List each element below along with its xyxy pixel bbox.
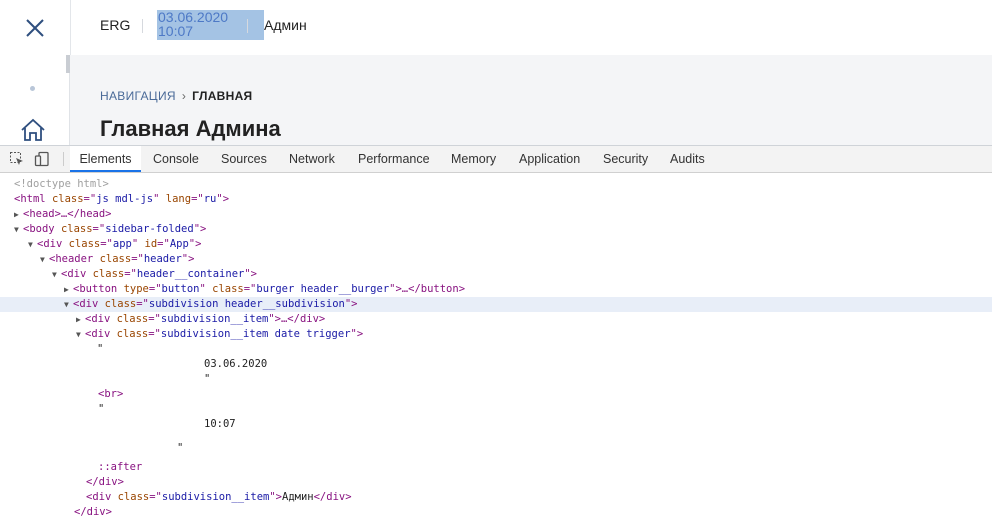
dom-node-button[interactable]: ▶ <button type="button" class="burger hea…	[64, 282, 465, 297]
text-node-quote: "	[98, 403, 105, 415]
org-label: ERG	[100, 17, 131, 33]
text-node-quote: "	[177, 442, 184, 454]
breadcrumb: НАВИГАЦИЯ › ГЛАВНАЯ	[100, 89, 253, 103]
dom-node-subdivision-item-admin[interactable]: <div class="subdivision__item">Админ</di…	[86, 490, 352, 505]
text-node-date[interactable]: 03.06.2020	[204, 357, 267, 372]
closing-div: </div>	[74, 506, 112, 518]
dom-node-head[interactable]: ▶ <head>…</head>	[14, 207, 112, 222]
html-lang-value: ru	[203, 193, 217, 205]
home-icon	[21, 118, 45, 141]
tab-application[interactable]: Application	[519, 146, 580, 172]
date-text: 03.06.2020	[158, 9, 229, 25]
tab-console[interactable]: Console	[153, 146, 199, 172]
app-class-value: app	[112, 238, 132, 250]
admin-text: Админ	[282, 491, 314, 503]
body-class-value: sidebar-folded	[105, 223, 194, 235]
device-toolbar-icon[interactable]	[34, 151, 50, 167]
devtools-toolbar: Elements Console Sources Network Perform…	[0, 146, 992, 173]
closing-div: </div>	[86, 476, 124, 488]
tab-sources[interactable]: Sources	[221, 146, 267, 172]
dom-node-br[interactable]: <br>	[98, 387, 123, 402]
tab-elements[interactable]: Elements	[70, 146, 141, 172]
tab-audits[interactable]: Audits	[670, 146, 705, 172]
collapse-triangle-icon[interactable]: ▼	[28, 237, 37, 252]
user-name[interactable]: Админ	[264, 17, 307, 33]
head-text: <head>…</head>	[23, 208, 112, 220]
doctype-text: <!doctype html>	[14, 178, 109, 190]
top-header: ERG 03.06.2020 10:07 Админ	[0, 0, 992, 55]
header-divider	[142, 19, 143, 33]
header-class-value: header	[143, 253, 182, 265]
html-class-value: js mdl-js	[96, 193, 154, 205]
header-divider-2	[247, 19, 248, 33]
collapse-triangle-icon[interactable]: ▼	[76, 327, 85, 342]
button-type-value: button	[161, 283, 200, 295]
dom-node-subdivision-item-1[interactable]: ▶ <div class="subdivision__item">…</div>	[76, 312, 325, 327]
dom-node-subdivision-selected[interactable]: ▼ <div class="subdivision header__subdivi…	[0, 297, 992, 312]
dom-node-header[interactable]: ▼ <header class="header">	[40, 252, 194, 267]
breadcrumb-current: ГЛАВНАЯ	[192, 89, 253, 103]
item-date-class-value: subdivision__item date trigger	[160, 328, 351, 340]
expand-triangle-icon[interactable]: ▶	[14, 207, 23, 222]
item-class-value: subdivision__item	[161, 491, 270, 503]
breadcrumb-navigation[interactable]: НАВИГАЦИЯ	[100, 89, 176, 103]
dom-node-body[interactable]: ▼ <body class="sidebar-folded">	[14, 222, 206, 237]
button-class-value: burger header__burger	[256, 283, 390, 295]
devtools-panel: Elements Console Sources Network Perform…	[0, 145, 992, 518]
close-icon	[26, 18, 44, 37]
pseudo-after[interactable]: ::after	[98, 460, 142, 475]
tab-security[interactable]: Security	[603, 146, 648, 172]
collapse-triangle-icon[interactable]: ▼	[52, 267, 61, 282]
close-button[interactable]	[0, 0, 71, 55]
tab-memory[interactable]: Memory	[451, 146, 496, 172]
collapse-triangle-icon[interactable]: ▼	[64, 297, 73, 312]
dom-node-html[interactable]: <html class="js mdl-js" lang="ru">	[14, 192, 229, 207]
time-text: 10:07	[158, 23, 194, 39]
sidebar-item-home[interactable]	[20, 118, 46, 142]
container-class-value: header__container	[136, 268, 245, 280]
text-node-quote: "	[204, 373, 211, 385]
dom-node-app[interactable]: ▼ <div class="app" id="App">	[28, 237, 201, 252]
sidebar-scrollbar[interactable]	[66, 55, 70, 73]
app-area: ERG 03.06.2020 10:07 Админ НАВИГАЦИЯ › ГЛА…	[0, 0, 992, 145]
dom-node-header-container[interactable]: ▼ <div class="header__container">	[52, 267, 257, 282]
dom-node-doctype[interactable]: <!doctype html>	[14, 177, 109, 192]
dom-node-date-trigger[interactable]: ▼ <div class="subdivision__item date trig…	[76, 327, 363, 342]
page-title: Главная Админа	[100, 116, 281, 141]
expand-triangle-icon[interactable]: ▶	[76, 312, 85, 327]
toolbar-divider	[63, 152, 64, 166]
inspect-element-icon[interactable]	[9, 151, 25, 167]
text-node-time[interactable]: 10:07	[204, 417, 236, 432]
item-class-value: subdivision__item	[160, 313, 269, 325]
collapse-triangle-icon[interactable]: ▼	[40, 252, 49, 267]
chevron-right-icon: ›	[181, 89, 187, 103]
collapse-triangle-icon[interactable]: ▼	[14, 222, 23, 237]
app-id-value: App	[169, 238, 189, 250]
tab-performance[interactable]: Performance	[358, 146, 430, 172]
sidebar-dot-icon	[30, 86, 35, 91]
text-node-quote: "	[97, 343, 104, 355]
subdivision-class-value: subdivision header__subdivision	[148, 298, 345, 310]
expand-triangle-icon[interactable]: ▶	[64, 282, 73, 297]
tab-network[interactable]: Network	[289, 146, 335, 172]
